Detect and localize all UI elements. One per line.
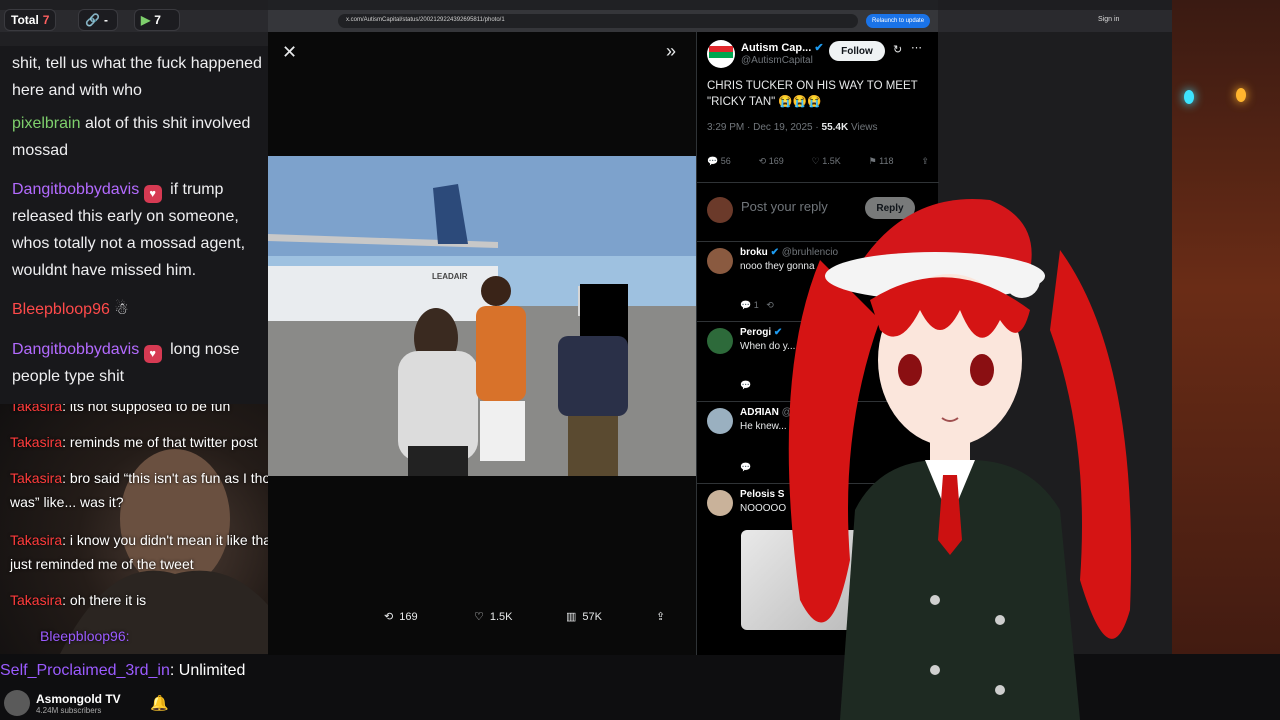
channel-subscribers: 4.24M subscribers — [36, 705, 102, 715]
play-icon: ▶ — [141, 13, 151, 27]
light-bulb — [1184, 90, 1194, 104]
light-bulb — [1236, 88, 1246, 102]
url-field[interactable]: x.com/AutismCapital/status/2002129224392… — [338, 14, 858, 28]
chat-username[interactable]: Dangitbobbydavis — [12, 341, 139, 358]
sub-badge-icon: ♥ — [143, 345, 162, 363]
snowman-icon: ☃ — [114, 301, 129, 318]
chat-username[interactable]: Self_Proclaimed_3rd_in — [0, 662, 170, 679]
views-icon: ▥ — [566, 611, 577, 623]
relaunch-button[interactable]: Relaunch to update — [866, 14, 931, 28]
streamer-room — [1172, 0, 1280, 720]
total-count: 7 — [42, 13, 50, 27]
tweet-photo[interactable]: LEADAIR — [268, 156, 696, 476]
media-viewer: ✕ » LEADAIR ⟲ 169 ♡ 1.5K ▥ 57K ⇪ — [268, 32, 696, 655]
chat-text: its not supposed to be fun — [69, 404, 231, 414]
reply-actions: 💬 — [740, 380, 752, 390]
like-stat[interactable]: ♡ 1.5K — [812, 156, 841, 167]
media-like[interactable]: ♡ 1.5K — [474, 610, 513, 624]
like-count: 1.5K — [822, 156, 841, 166]
repost-count: 169 — [768, 156, 784, 166]
reply-avatar[interactable] — [707, 328, 733, 354]
chat-text: : Unlimited — [169, 662, 246, 679]
close-icon[interactable]: ✕ — [282, 42, 297, 63]
play-pill[interactable]: ▶ 7 — [134, 9, 180, 31]
grok-icon[interactable]: ↻ — [893, 43, 902, 56]
follow-button[interactable]: Follow — [829, 41, 885, 61]
links-count: 7 — [154, 13, 161, 27]
reply-stat[interactable]: 💬 56 — [707, 156, 731, 167]
author-name[interactable]: Autism Cap... ✔ — [741, 41, 824, 54]
total-label: Total — [11, 13, 39, 27]
chat-username[interactable]: Takasira — [10, 532, 62, 548]
bookmark-stat[interactable]: ⚑ 118 — [869, 156, 894, 167]
photo-sign: LEADAIR — [432, 272, 468, 281]
heart-icon: ♡ — [811, 156, 820, 166]
tweet-time[interactable]: 3:29 PM · Dec 19, 2025 · — [707, 122, 819, 133]
bookmark-count: 118 — [879, 156, 894, 166]
bell-icon[interactable]: 🔔 — [150, 694, 169, 712]
views-label: Views — [850, 122, 878, 133]
link-dash: - — [103, 13, 108, 27]
link-pill[interactable]: 🔗 - — [78, 9, 118, 31]
chat-username[interactable]: Takasira — [10, 434, 62, 450]
twitter-tab-bar — [268, 0, 938, 10]
media-repost[interactable]: ⟲ 169 — [384, 610, 418, 624]
chat-text: shit, tell us what the fuck happened her… — [12, 55, 262, 99]
channel-info[interactable]: Asmongold TV 4.24M subscribers — [4, 690, 121, 716]
repost-icon: ⟲ — [384, 611, 394, 623]
vtuber-avatar — [788, 199, 1132, 720]
total-pill[interactable]: Total 7 — [4, 9, 57, 31]
chat-text: oh there it is — [69, 592, 147, 608]
heart-icon: ♡ — [474, 611, 484, 623]
sub-badge-icon: ♥ — [143, 185, 162, 203]
reply-icon: 💬 — [707, 156, 719, 166]
like-count: 1.5K — [489, 610, 513, 623]
chat-username[interactable]: Takasira — [10, 404, 62, 414]
chat-message: shit, tell us what the fuck happened her… — [12, 50, 270, 104]
reply-avatar[interactable] — [707, 490, 733, 516]
verified-icon: ✔ — [814, 42, 824, 54]
expand-icon[interactable]: » — [666, 41, 676, 62]
repost-count: 169 — [399, 610, 418, 623]
stream-chat: shit, tell us what the fuck happened her… — [0, 46, 272, 404]
author-handle[interactable]: @AutismCapital — [741, 55, 813, 66]
reply-avatar[interactable] — [707, 248, 733, 274]
reply-actions: 💬 — [740, 462, 752, 472]
link-icon: 🔗 — [85, 13, 100, 27]
reply-avatar[interactable] — [707, 408, 733, 434]
bookmark-icon: ⚑ — [868, 156, 877, 166]
views-count: 57K — [582, 610, 602, 623]
right-toolbar: Sign in — [938, 10, 1172, 32]
chat-username[interactable]: pixelbrain — [12, 115, 80, 132]
media-views[interactable]: ▥ 57K — [566, 610, 602, 624]
chat-username[interactable]: Takasira — [10, 592, 62, 608]
chat-message: Dangitbobbydavis ♥ long nose people type… — [12, 336, 270, 390]
views-count: 55.4K — [821, 122, 849, 133]
channel-name[interactable]: Asmongold TV — [36, 692, 121, 706]
author-avatar[interactable] — [707, 40, 735, 68]
repost-icon: ⟲ — [758, 156, 767, 166]
reply-count: 56 — [720, 156, 731, 166]
chat-message: Dangitbobbydavis ♥ if trump released thi… — [12, 176, 270, 284]
chat-message: Bleepbloop96 ☃ — [12, 296, 270, 323]
tweet-text: CHRIS TUCKER ON HIS WAY TO MEET "RICKY T… — [707, 80, 918, 108]
chat-text: reminds me of that twitter post — [69, 434, 258, 450]
chat-message: Self_Proclaimed_3rd_in: Unlimited — [0, 662, 245, 680]
tweet-stats: 💬 56 ⟲ 169 ♡ 1.5K ⚑ 118 ⇪ — [707, 156, 929, 167]
share-icon[interactable]: ⇪ — [656, 610, 665, 623]
chat-username[interactable]: Bleepbloop96 — [12, 301, 110, 318]
user-avatar — [707, 197, 733, 223]
channel-avatar[interactable] — [4, 690, 30, 716]
signin-label[interactable]: Sign in — [1098, 16, 1119, 23]
chat-username[interactable]: Bleepbloop96: — [40, 628, 130, 644]
author-name-text: Autism Cap... — [741, 42, 812, 54]
tweet-meta: 3:29 PM · Dec 19, 2025 · 55.4K Views — [707, 122, 877, 133]
more-icon[interactable]: ⋯ — [911, 41, 922, 54]
share-icon[interactable]: ⇪ — [921, 156, 929, 167]
repost-stat[interactable]: ⟲ 169 — [759, 156, 784, 167]
chat-message: pixelbrain alot of this shit involved mo… — [12, 110, 270, 164]
chat-username[interactable]: Takasira — [10, 470, 62, 486]
chat-username[interactable]: Dangitbobbydavis — [12, 181, 139, 198]
